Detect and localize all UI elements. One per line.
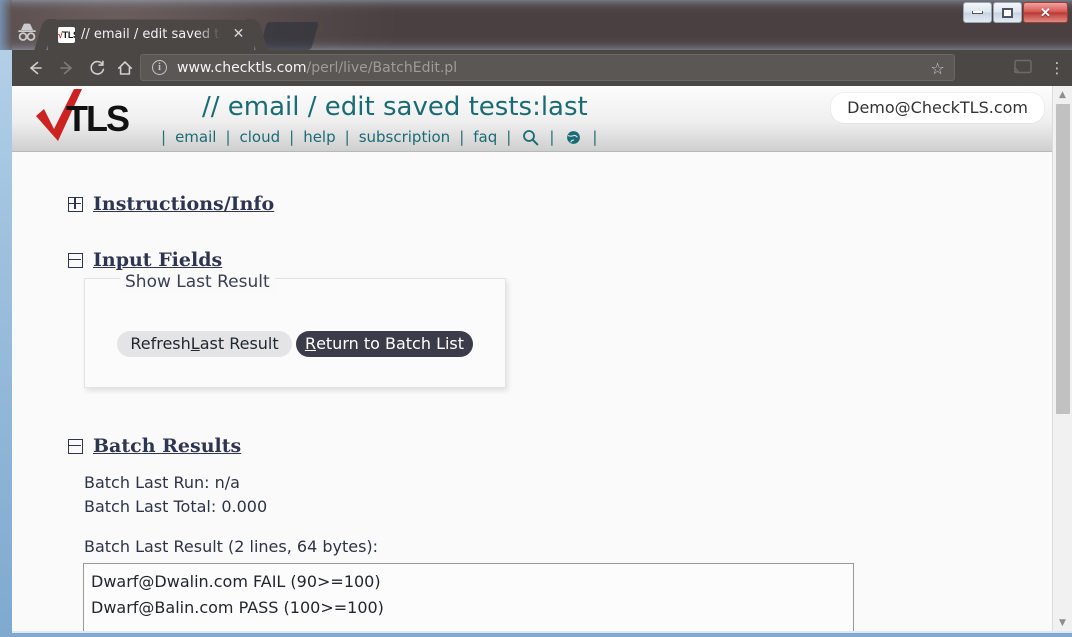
cast-icon xyxy=(1013,59,1032,74)
section-batch-results[interactable]: Batch Results xyxy=(68,434,241,458)
title-bar: √TLS // email / edit saved tests:last ✕ … xyxy=(0,0,1072,50)
scroll-down-arrow-icon[interactable]: ▼ xyxy=(1053,614,1072,631)
input-fields-legend: Show Last Result xyxy=(120,271,275,293)
url-host: www.checktls.com xyxy=(177,59,307,76)
window-controls: ✕ xyxy=(963,2,1068,26)
nav-separator: | xyxy=(161,128,167,146)
search-icon[interactable] xyxy=(520,127,540,147)
back-arrow-icon xyxy=(30,61,42,75)
nav-separator: | xyxy=(225,128,231,146)
section-instructions-info[interactable]: Instructions/Info xyxy=(68,192,274,216)
sidebar-item-email[interactable]: email xyxy=(175,126,216,148)
tab-close-icon[interactable]: ✕ xyxy=(230,26,247,43)
forward-button[interactable] xyxy=(54,55,80,81)
maximize-icon xyxy=(1002,7,1013,18)
section-input-fields[interactable]: Input Fields xyxy=(68,248,222,272)
window-bottom-edge xyxy=(12,631,1072,633)
close-window-button[interactable]: ✕ xyxy=(1023,2,1068,23)
batch-result-textarea[interactable]: Dwarf@Dwalin.com FAIL (90>=100) Dwarf@Ba… xyxy=(83,563,854,631)
refresh-label-after: ast Result xyxy=(199,334,279,353)
section-batch-results-label: Batch Results xyxy=(93,435,242,457)
home-icon xyxy=(118,61,132,75)
return-to-batch-list-button[interactable]: Return to Batch List xyxy=(296,331,473,357)
scrollbar-thumb[interactable] xyxy=(1056,104,1070,414)
expand-plus-icon[interactable] xyxy=(68,196,83,212)
tab-title: // email / edit saved tests:last xyxy=(81,27,221,42)
favicon-label: TLS xyxy=(62,30,75,40)
globe-icon[interactable] xyxy=(563,127,583,147)
page-viewport: TLS // email / edit saved tests:last | e… xyxy=(12,86,1072,631)
nav-separator: | xyxy=(592,128,598,146)
close-icon: ✕ xyxy=(1040,5,1051,20)
sidebar-item-cloud[interactable]: cloud xyxy=(240,126,281,148)
minimize-icon xyxy=(972,11,983,14)
result-line: Dwarf@Balin.com PASS (100>=100) xyxy=(91,598,384,617)
site-header: TLS // email / edit saved tests:last | e… xyxy=(12,86,1052,152)
bookmark-star-icon[interactable]: ☆ xyxy=(928,59,947,78)
nav-separator: | xyxy=(506,128,512,146)
logo-text: TLS xyxy=(66,98,130,139)
account-badge[interactable]: Demo@CheckTLS.com xyxy=(831,93,1044,123)
cast-button[interactable] xyxy=(1012,58,1034,76)
nav-separator: | xyxy=(459,128,465,146)
tab-favicon-icon: √TLS xyxy=(58,27,75,43)
forward-arrow-icon xyxy=(60,61,72,75)
page-info-icon[interactable]: i xyxy=(152,60,167,75)
reload-button[interactable] xyxy=(84,55,110,81)
browser-tab[interactable]: √TLS // email / edit saved tests:last ✕ xyxy=(48,19,254,50)
sidebar-item-help[interactable]: help xyxy=(303,126,335,148)
browser-toolbar: i www.checktls.com/perl/live/BatchEdit.p… xyxy=(12,50,1072,86)
return-label-after: eturn to Batch List xyxy=(316,334,465,353)
refresh-last-result-button[interactable]: Refresh Last Result xyxy=(117,331,292,357)
section-input-fields-label: Input Fields xyxy=(93,249,223,271)
site-nav: | email | cloud | help | subscription | … xyxy=(152,126,606,148)
collapse-minus-icon[interactable] xyxy=(68,252,83,268)
reload-icon xyxy=(90,60,105,75)
page-scrollbar[interactable]: ▲ ▼ xyxy=(1052,86,1072,631)
browser-window: √TLS // email / edit saved tests:last ✕ … xyxy=(0,0,1072,637)
url-text: www.checktls.com/perl/live/BatchEdit.pl xyxy=(177,58,457,78)
collapse-minus-icon[interactable] xyxy=(68,438,83,454)
refresh-accesskey: L xyxy=(190,334,200,353)
tab-strip-shape xyxy=(258,22,320,50)
browser-menu-button[interactable]: ⋮ xyxy=(1047,55,1067,81)
maximize-button[interactable] xyxy=(993,2,1022,23)
scroll-up-arrow-icon[interactable]: ▲ xyxy=(1053,86,1072,103)
sidebar-item-subscription[interactable]: subscription xyxy=(359,126,451,148)
batch-last-total: Batch Last Total: 0.000 xyxy=(84,497,268,516)
page-title: // email / edit saved tests:last xyxy=(202,92,588,122)
sidebar-item-faq[interactable]: faq xyxy=(473,126,497,148)
nav-separator: | xyxy=(549,128,555,146)
page-content: Instructions/Info Input Fields Show Last… xyxy=(12,152,1052,631)
back-button[interactable] xyxy=(22,55,48,81)
result-line: Dwarf@Dwalin.com FAIL (90>=100) xyxy=(91,572,381,591)
nav-separator: | xyxy=(289,128,295,146)
refresh-label-before: Refresh xyxy=(130,334,191,353)
checktls-logo[interactable]: TLS xyxy=(30,89,140,145)
section-instructions-label: Instructions/Info xyxy=(93,193,275,215)
batch-last-result-label: Batch Last Result (2 lines, 64 bytes): xyxy=(84,537,379,556)
nav-separator: | xyxy=(344,128,350,146)
home-button[interactable] xyxy=(112,55,138,81)
address-bar[interactable]: i www.checktls.com/perl/live/BatchEdit.p… xyxy=(140,54,955,81)
return-accesskey: R xyxy=(304,334,317,353)
batch-last-run: Batch Last Run: n/a xyxy=(84,473,240,492)
url-path: /perl/live/BatchEdit.pl xyxy=(306,59,458,76)
minimize-button[interactable] xyxy=(963,2,992,23)
